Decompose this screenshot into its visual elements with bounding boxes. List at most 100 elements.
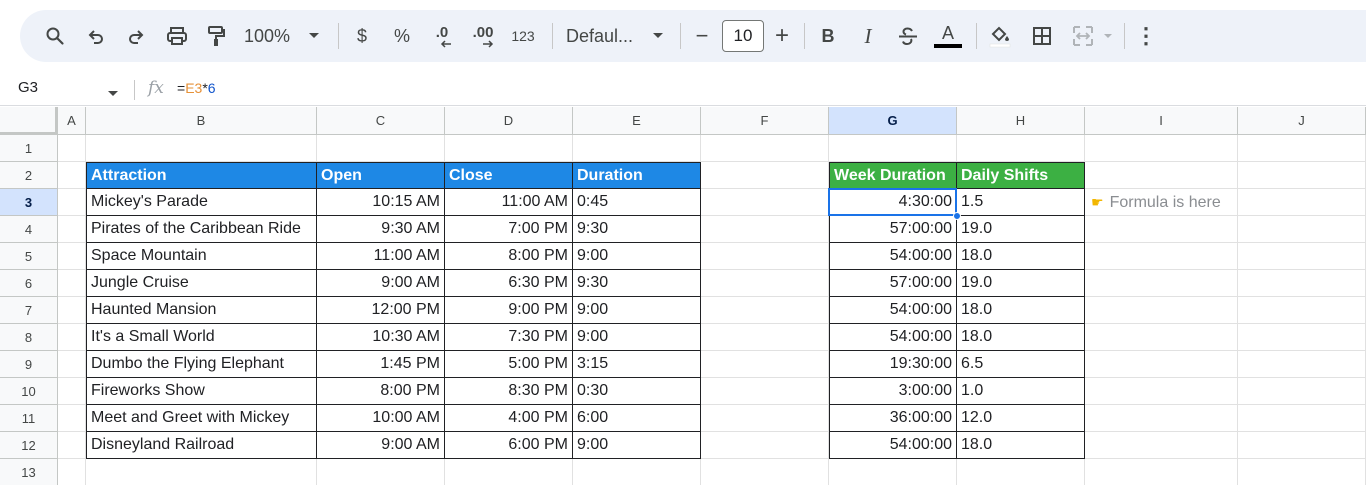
more-options-button[interactable]: ⋮ bbox=[1135, 10, 1157, 62]
cell-i6[interactable] bbox=[1085, 270, 1238, 297]
cell-i13[interactable] bbox=[1085, 459, 1238, 485]
cell-j3[interactable] bbox=[1238, 189, 1366, 216]
cell-j7[interactable] bbox=[1238, 297, 1366, 324]
cell-d5[interactable]: 8:00 PM bbox=[445, 243, 573, 270]
cell-h3[interactable]: 1.5 bbox=[957, 189, 1085, 216]
cell-a11[interactable] bbox=[58, 405, 86, 432]
cell-a1[interactable] bbox=[58, 135, 86, 162]
fill-handle[interactable] bbox=[953, 212, 961, 220]
decrease-font-size-button[interactable]: − bbox=[692, 10, 712, 62]
cell-g5[interactable]: 54:00:00 bbox=[829, 243, 957, 270]
text-color-button[interactable]: A bbox=[934, 10, 962, 62]
cell-a4[interactable] bbox=[58, 216, 86, 243]
cell-e4[interactable]: 9:30 bbox=[573, 216, 701, 243]
cell-d1[interactable] bbox=[445, 135, 573, 162]
cell-e13[interactable] bbox=[573, 459, 701, 485]
cell-d6[interactable]: 6:30 PM bbox=[445, 270, 573, 297]
column-header-i[interactable]: I bbox=[1085, 107, 1238, 135]
cell-c11[interactable]: 10:00 AM bbox=[317, 405, 445, 432]
cell-e3[interactable]: 0:45 bbox=[573, 189, 701, 216]
cell-c6[interactable]: 9:00 AM bbox=[317, 270, 445, 297]
cell-j8[interactable] bbox=[1238, 324, 1366, 351]
cell-a12[interactable] bbox=[58, 432, 86, 459]
column-header-b[interactable]: B bbox=[86, 107, 317, 135]
cell-i8[interactable] bbox=[1085, 324, 1238, 351]
cell-j12[interactable] bbox=[1238, 432, 1366, 459]
cell-f2[interactable] bbox=[701, 162, 829, 189]
cell-g3[interactable]: 4:30:00 bbox=[829, 189, 957, 216]
formula-input[interactable]: =E3*6 bbox=[177, 80, 216, 96]
cell-i4[interactable] bbox=[1085, 216, 1238, 243]
cell-a10[interactable] bbox=[58, 378, 86, 405]
cell-h11[interactable]: 12.0 bbox=[957, 405, 1085, 432]
font-size-input[interactable]: 10 bbox=[722, 20, 764, 52]
cell-a3[interactable] bbox=[58, 189, 86, 216]
cell-b6[interactable]: Jungle Cruise bbox=[86, 270, 317, 297]
cell-j4[interactable] bbox=[1238, 216, 1366, 243]
cell-h10[interactable]: 1.0 bbox=[957, 378, 1085, 405]
cell-c4[interactable]: 9:30 AM bbox=[317, 216, 445, 243]
column-header-j[interactable]: J bbox=[1238, 107, 1366, 135]
cell-h4[interactable]: 19.0 bbox=[957, 216, 1085, 243]
cell-a9[interactable] bbox=[58, 351, 86, 378]
row-header-4[interactable]: 4 bbox=[0, 216, 58, 243]
cell-f13[interactable] bbox=[701, 459, 829, 485]
table-header-cell[interactable]: Daily Shifts bbox=[957, 162, 1085, 189]
row-header-13[interactable]: 13 bbox=[0, 459, 58, 485]
table-header-cell[interactable]: Week Duration bbox=[829, 162, 957, 189]
row-header-9[interactable]: 9 bbox=[0, 351, 58, 378]
cell-e9[interactable]: 3:15 bbox=[573, 351, 701, 378]
cell-d10[interactable]: 8:30 PM bbox=[445, 378, 573, 405]
redo-button[interactable] bbox=[124, 10, 148, 62]
cell-f4[interactable] bbox=[701, 216, 829, 243]
cell-c13[interactable] bbox=[317, 459, 445, 485]
cell-g10[interactable]: 3:00:00 bbox=[829, 378, 957, 405]
bold-button[interactable]: B bbox=[818, 10, 838, 62]
increase-font-size-button[interactable]: + bbox=[772, 10, 792, 62]
cell-j9[interactable] bbox=[1238, 351, 1366, 378]
zoom-select[interactable]: 100% bbox=[244, 10, 296, 62]
cell-b3[interactable]: Mickey's Parade bbox=[86, 189, 317, 216]
row-header-10[interactable]: 10 bbox=[0, 378, 58, 405]
percent-format-button[interactable]: % bbox=[392, 10, 412, 62]
cell-e7[interactable]: 9:00 bbox=[573, 297, 701, 324]
cell-b9[interactable]: Dumbo the Flying Elephant bbox=[86, 351, 317, 378]
merge-dropdown-button[interactable] bbox=[1100, 10, 1116, 62]
name-box[interactable]: G3 bbox=[18, 79, 38, 96]
cell-b12[interactable]: Disneyland Railroad bbox=[86, 432, 317, 459]
cell-d3[interactable]: 11:00 AM bbox=[445, 189, 573, 216]
cell-b4[interactable]: Pirates of the Caribbean Ride bbox=[86, 216, 317, 243]
row-header-1[interactable]: 1 bbox=[0, 135, 58, 162]
cell-g8[interactable]: 54:00:00 bbox=[829, 324, 957, 351]
cell-e5[interactable]: 9:00 bbox=[573, 243, 701, 270]
cell-f8[interactable] bbox=[701, 324, 829, 351]
cell-b1[interactable] bbox=[86, 135, 317, 162]
row-header-8[interactable]: 8 bbox=[0, 324, 58, 351]
paint-format-button[interactable] bbox=[204, 10, 228, 62]
cell-j5[interactable] bbox=[1238, 243, 1366, 270]
row-header-12[interactable]: 12 bbox=[0, 432, 58, 459]
cell-c10[interactable]: 8:00 PM bbox=[317, 378, 445, 405]
cell-c5[interactable]: 11:00 AM bbox=[317, 243, 445, 270]
cell-b10[interactable]: Fireworks Show bbox=[86, 378, 317, 405]
cell-j13[interactable] bbox=[1238, 459, 1366, 485]
cell-d13[interactable] bbox=[445, 459, 573, 485]
search-menus-button[interactable] bbox=[42, 10, 68, 62]
cell-d9[interactable]: 5:00 PM bbox=[445, 351, 573, 378]
cell-a6[interactable] bbox=[58, 270, 86, 297]
cell-c3[interactable]: 10:15 AM bbox=[317, 189, 445, 216]
cell-i7[interactable] bbox=[1085, 297, 1238, 324]
cell-f9[interactable] bbox=[701, 351, 829, 378]
column-header-h[interactable]: H bbox=[957, 107, 1085, 135]
cell-h5[interactable]: 18.0 bbox=[957, 243, 1085, 270]
cell-j2[interactable] bbox=[1238, 162, 1366, 189]
cell-h9[interactable]: 6.5 bbox=[957, 351, 1085, 378]
cell-c8[interactable]: 10:30 AM bbox=[317, 324, 445, 351]
cell-g7[interactable]: 54:00:00 bbox=[829, 297, 957, 324]
undo-button[interactable] bbox=[84, 10, 108, 62]
cell-g1[interactable] bbox=[829, 135, 957, 162]
cell-f12[interactable] bbox=[701, 432, 829, 459]
cell-i9[interactable] bbox=[1085, 351, 1238, 378]
cell-f5[interactable] bbox=[701, 243, 829, 270]
cell-g6[interactable]: 57:00:00 bbox=[829, 270, 957, 297]
